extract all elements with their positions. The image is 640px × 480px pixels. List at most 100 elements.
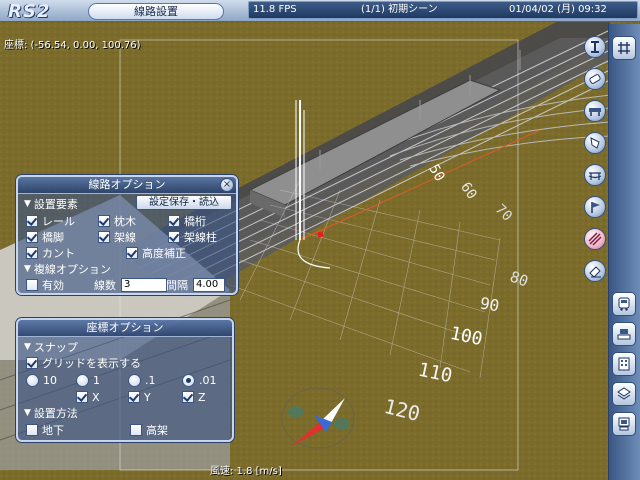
radio-snap-0-1[interactable]: .1 xyxy=(128,373,156,387)
track-options-title: 線路オプション xyxy=(18,177,236,194)
checkbox[interactable] xyxy=(126,247,138,259)
checkbox[interactable] xyxy=(130,424,142,436)
checkbox-underground[interactable]: 地下 xyxy=(26,423,64,437)
checkbox-elevated[interactable]: 高架 xyxy=(130,423,168,437)
checkbox-axis-y[interactable]: Y xyxy=(128,390,151,404)
spacing-row: 間隔 4.00 xyxy=(166,278,225,292)
radio-snap-10[interactable]: 10 xyxy=(26,373,57,387)
eraser-tool-icon[interactable] xyxy=(584,260,606,282)
radio-button[interactable] xyxy=(182,373,195,387)
checkbox-label: 有効 xyxy=(42,279,64,292)
checkbox[interactable] xyxy=(168,231,180,243)
coordinate-options-panel: 座標オプション ▼ スナップ グリッドを表示する 10 1 .1 .01 X Y… xyxy=(16,318,234,442)
save-load-settings-button[interactable]: 設定保存・読込 xyxy=(136,195,232,210)
checkbox-rail[interactable]: レール xyxy=(26,214,75,228)
radio-label: .01 xyxy=(199,373,217,387)
datetime-readout: 01/04/02 (月) 09:32 xyxy=(509,4,607,15)
checkbox-label: 架線 xyxy=(114,231,136,244)
checkbox[interactable] xyxy=(98,231,110,243)
checkbox-label: Z xyxy=(198,390,206,404)
building-icon[interactable] xyxy=(612,352,636,376)
checkbox[interactable] xyxy=(26,231,38,243)
track-count-input[interactable]: 3 xyxy=(121,278,167,292)
radio-label: 10 xyxy=(43,373,57,387)
checkbox-label: Y xyxy=(144,390,151,404)
checkbox-catenary[interactable]: 架線 xyxy=(98,230,136,244)
checkbox-pier[interactable]: 橋脚 xyxy=(26,230,64,244)
checkbox-label: 高度補正 xyxy=(142,247,186,260)
section-label: 複線オプション xyxy=(33,263,111,276)
checkbox-show-grid[interactable]: グリッドを表示する xyxy=(26,356,141,370)
radio-snap-1[interactable]: 1 xyxy=(76,373,100,387)
status-bar: 11.8 FPS (1/1) 初期シーン 01/04/02 (月) 09:32 xyxy=(248,1,638,19)
close-icon[interactable]: × xyxy=(220,178,234,192)
crossing-tool-icon[interactable] xyxy=(584,228,606,250)
checkbox[interactable] xyxy=(98,215,110,227)
radio-label: 1 xyxy=(93,373,100,387)
checkbox[interactable] xyxy=(168,215,180,227)
checkbox-label: 枕木 xyxy=(114,215,136,228)
spacing-label: 間隔 xyxy=(166,279,188,292)
radio-label: .1 xyxy=(145,373,156,387)
checkbox-label: X xyxy=(92,390,100,404)
radio-button[interactable] xyxy=(76,373,89,387)
checkbox[interactable] xyxy=(26,424,38,436)
checkbox-catenary-pole[interactable]: 架線柱 xyxy=(168,230,217,244)
catenary-tool-icon[interactable] xyxy=(584,164,606,186)
section-header-snap: ▼ スナップ xyxy=(24,340,78,354)
checkbox-label: カント xyxy=(42,247,75,260)
checkbox-label: グリッドを表示する xyxy=(42,357,141,370)
rail-tool-icon[interactable] xyxy=(584,36,606,58)
checkbox-label: 橋桁 xyxy=(184,215,206,228)
grid-icon[interactable] xyxy=(612,36,636,60)
checkbox[interactable] xyxy=(76,391,88,403)
section-header-elements: ▼ 設置要素 xyxy=(24,197,78,211)
top-bar: RS2 線路設置 11.8 FPS (1/1) 初期シーン 01/04/02 (… xyxy=(0,0,640,22)
radio-snap-0-01[interactable]: .01 xyxy=(182,373,217,387)
radio-button[interactable] xyxy=(26,373,39,387)
expand-triangle-icon[interactable]: ▼ xyxy=(24,264,31,274)
section-label: スナップ xyxy=(33,341,78,354)
track-count-label: 線数 xyxy=(94,279,116,292)
expand-triangle-icon[interactable]: ▼ xyxy=(24,408,31,418)
radio-button[interactable] xyxy=(128,373,141,387)
checkbox-cant[interactable]: カント xyxy=(26,246,75,260)
section-header-multitrack: ▼ 複線オプション xyxy=(24,262,111,276)
checkbox-label: 橋脚 xyxy=(42,231,64,244)
checkbox-axis-x[interactable]: X xyxy=(76,390,100,404)
checkbox-label: レール xyxy=(42,215,75,228)
checkbox[interactable] xyxy=(26,247,38,259)
section-label: 設置要素 xyxy=(33,198,78,211)
checkbox-girder[interactable]: 橋桁 xyxy=(168,214,206,228)
checkbox[interactable] xyxy=(26,215,38,227)
track-options-panel: 線路オプション × 設定保存・読込 ▼ 設置要素 レール 枕木 橋桁 橋脚 架線… xyxy=(16,175,238,295)
checkbox-label: 架線柱 xyxy=(184,231,217,244)
checkbox-height-correction[interactable]: 高度補正 xyxy=(126,246,186,260)
bridge-tool-icon[interactable] xyxy=(584,100,606,122)
tie-tool-icon[interactable] xyxy=(584,68,606,90)
train-icon[interactable] xyxy=(612,292,636,316)
checkbox[interactable] xyxy=(26,357,38,369)
checkbox-multitrack-enabled[interactable]: 有効 xyxy=(26,278,64,292)
scene-name: (1/1) 初期シーン xyxy=(361,4,438,15)
computer-icon[interactable] xyxy=(612,412,636,436)
station-icon[interactable] xyxy=(612,322,636,346)
expand-triangle-icon[interactable]: ▼ xyxy=(24,342,31,352)
coordinate-options-title: 座標オプション xyxy=(18,320,232,337)
expand-triangle-icon[interactable]: ▼ xyxy=(24,199,31,209)
pier-tool-icon[interactable] xyxy=(584,132,606,154)
signal-tool-icon[interactable] xyxy=(584,196,606,218)
spacing-input[interactable]: 4.00 xyxy=(193,278,225,292)
wind-speed-readout: 風速: 1.8 [m/s] xyxy=(210,466,282,477)
coordinate-readout: 座標: (-56.54, 0.00, 100.76) xyxy=(4,40,141,51)
section-header-method: ▼ 設置方法 xyxy=(24,406,78,420)
layer-icon[interactable] xyxy=(612,382,636,406)
checkbox-sleeper[interactable]: 枕木 xyxy=(98,214,136,228)
checkbox[interactable] xyxy=(26,279,38,291)
checkbox-axis-z[interactable]: Z xyxy=(182,390,206,404)
checkbox[interactable] xyxy=(128,391,140,403)
distance-label: 90 xyxy=(478,293,501,316)
checkbox[interactable] xyxy=(182,391,194,403)
mode-indicator[interactable]: 線路設置 xyxy=(88,3,224,20)
fps-readout: 11.8 FPS xyxy=(253,4,297,15)
